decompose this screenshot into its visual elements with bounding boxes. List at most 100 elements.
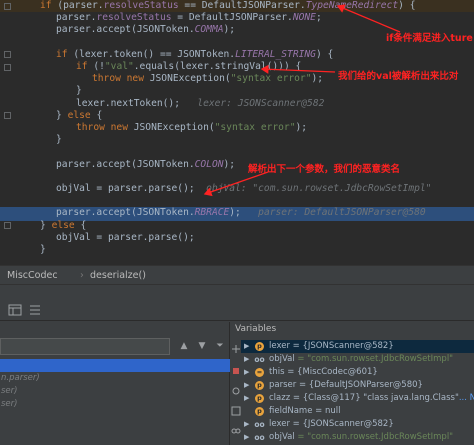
code-token: ); <box>223 158 236 170</box>
parameter-icon: p <box>255 381 264 390</box>
fold-marker-icon[interactable] <box>4 222 11 230</box>
code-line[interactable]: } else { <box>0 220 474 232</box>
code-text: objVal = parser.parse(); <box>56 232 195 244</box>
variable-text: clazz = {Class@117} "class java.lang.Cla… <box>269 392 474 405</box>
parameter-icon: p <box>255 407 264 416</box>
code-token: LITERAL_STRING <box>235 48 316 60</box>
expand-arrow-icon[interactable]: ▶ <box>244 431 249 444</box>
parameter-icon: p <box>255 394 264 403</box>
code-token: objVal = parser.parse(); <box>56 183 195 194</box>
variable-text: parser = {DefaultJSONParser@580} <box>269 379 423 392</box>
code-text: throw new JSONException("syntax error"); <box>76 122 307 134</box>
restore-layout-icon[interactable] <box>231 406 241 416</box>
variable-name: lexer <box>269 341 290 351</box>
code-token: else <box>51 219 75 231</box>
expand-arrow-icon[interactable]: ▶ <box>244 392 249 405</box>
fold-marker-icon[interactable] <box>4 63 11 71</box>
frame-row[interactable]: ser) <box>0 385 230 398</box>
variable-row[interactable]: ▶ p lexer = {JSONScanner@582} <box>241 340 474 353</box>
code-line[interactable]: objVal = parser.parse(); <box>0 232 474 244</box>
breadcrumb-method[interactable]: deserialze() <box>90 270 146 281</box>
variable-value: = {Class@117} "class java.lang.Class" <box>290 393 459 403</box>
code-line[interactable]: throw new JSONException("syntax error"); <box>0 122 474 134</box>
breadcrumb-class[interactable]: MiscCodec <box>7 270 58 281</box>
settings-icon[interactable] <box>231 386 241 396</box>
variable-row[interactable]: p fieldName = null <box>241 405 474 418</box>
expand-arrow-icon[interactable]: ▶ <box>244 379 249 392</box>
code-token: "syntax error" <box>230 73 312 85</box>
stop-icon[interactable] <box>231 366 241 376</box>
code-token: .equals(lexer.stringVal())) { <box>133 61 302 72</box>
expand-arrow-icon[interactable]: ▶ <box>244 353 249 366</box>
console-tab-icon[interactable] <box>8 303 22 317</box>
variable-name: parser <box>269 380 297 390</box>
code-text: } else { <box>40 220 86 232</box>
code-line[interactable]: } <box>0 244 474 256</box>
code-token: (! <box>87 61 105 72</box>
fold-marker-icon[interactable] <box>4 2 11 10</box>
frame-row[interactable]: n.parser) <box>0 372 230 385</box>
parameter-icon: = <box>255 368 264 377</box>
code-token: throw new <box>92 73 144 85</box>
variable-row[interactable]: ▶ oo objVal = "com.sun.rowset.JdbcRowSetIm… <box>241 353 474 366</box>
menu-lines-icon[interactable] <box>28 303 42 317</box>
variable-row[interactable]: ▶ oo lexer = {JSONScanner@582} <box>241 418 474 431</box>
variable-row[interactable]: ▶ oo objVal = "com.sun.rowset.JdbcRowSetIm… <box>241 431 474 444</box>
code-token: } <box>76 85 82 97</box>
code-line[interactable]: objVal = parser.parse(); objVal: "com.su… <box>0 183 474 195</box>
expand-arrow-icon[interactable]: ▶ <box>244 340 249 353</box>
code-token: objVal = parser.parse(); <box>56 231 195 243</box>
add-watch-icon[interactable] <box>231 344 241 354</box>
frame-row[interactable]: ser) <box>0 398 230 411</box>
filter-icon[interactable]: ⏷ <box>214 340 226 352</box>
code-token: RBRACE <box>194 207 230 219</box>
code-token: COLON <box>194 158 224 170</box>
code-token: NONE <box>292 12 316 24</box>
code-text: objVal = parser.parse(); objVal: "com.su… <box>56 183 431 195</box>
variable-text: this = {MiscCodec@601} <box>269 366 378 379</box>
frame-row[interactable] <box>0 359 230 372</box>
code-line[interactable]: } <box>0 134 474 146</box>
variable-name: objVal <box>269 354 295 364</box>
code-line[interactable] <box>0 146 474 158</box>
expand-arrow-icon[interactable]: ▶ <box>244 418 249 431</box>
code-line[interactable]: parser.resolveStatus = DefaultJSONParser… <box>0 12 474 24</box>
code-line[interactable] <box>0 171 474 183</box>
code-token: parser.accept(JSONToken. <box>56 207 195 219</box>
variable-text: lexer = {JSONScanner@582} <box>269 418 394 431</box>
code-line[interactable]: parser.accept(JSONToken.COLON); <box>0 159 474 171</box>
code-token: = DefaultJSONParser. <box>171 12 293 24</box>
fold-marker-icon[interactable] <box>4 51 11 59</box>
variable-value: = {MiscCodec@601} <box>284 367 378 377</box>
code-token: resolveStatus <box>103 0 179 11</box>
thread-selector[interactable] <box>0 338 170 355</box>
fold-marker-icon[interactable] <box>4 112 11 120</box>
frame-down-icon[interactable]: ▼ <box>196 340 208 352</box>
code-token: if <box>40 0 52 11</box>
annotation-next-param: 解析出下一个参数，我们的恶意类名 <box>248 164 401 175</box>
breadcrumb-separator: › <box>80 270 84 281</box>
code-token: ); <box>311 73 324 85</box>
code-text: if (!"val".equals(lexer.stringVal())) { <box>76 61 301 73</box>
code-line[interactable]: } <box>0 85 474 97</box>
code-token: { <box>74 219 87 231</box>
variable-text: objVal = "com.sun.rowset.JdbcRowSetImpl" <box>269 353 453 366</box>
code-token: (lexer.token() == JSONToken. <box>67 48 236 60</box>
code-token: if <box>56 48 68 60</box>
navigate-link[interactable]: ... Navigate <box>459 393 474 403</box>
variable-row[interactable]: ▶ = this = {MiscCodec@601} <box>241 366 474 379</box>
code-line[interactable]: if (parser.resolveStatus == DefaultJSONP… <box>0 0 474 13</box>
expand-arrow-icon[interactable]: ▶ <box>244 366 249 379</box>
code-line[interactable]: lexer.nextToken(); lexer: JSONScanner@58… <box>0 98 474 110</box>
frame-up-icon[interactable]: ▲ <box>178 340 190 352</box>
code-token: "val" <box>104 61 134 72</box>
variable-row[interactable]: ▶ p parser = {DefaultJSONParser@580} <box>241 379 474 392</box>
watches-icon[interactable] <box>231 426 241 436</box>
variable-value: = "com.sun.rowset.JdbcRowSetImpl" <box>294 432 454 442</box>
code-line[interactable]: if (lexer.token() == JSONToken.LITERAL_S… <box>0 49 474 61</box>
variable-row[interactable]: ▶ p clazz = {Class@117} "class java.lang.C… <box>241 392 474 405</box>
code-line[interactable]: } else { <box>0 110 474 122</box>
code-token: "syntax error" <box>214 122 296 133</box>
code-text: } <box>56 134 62 146</box>
code-line[interactable] <box>0 195 474 207</box>
